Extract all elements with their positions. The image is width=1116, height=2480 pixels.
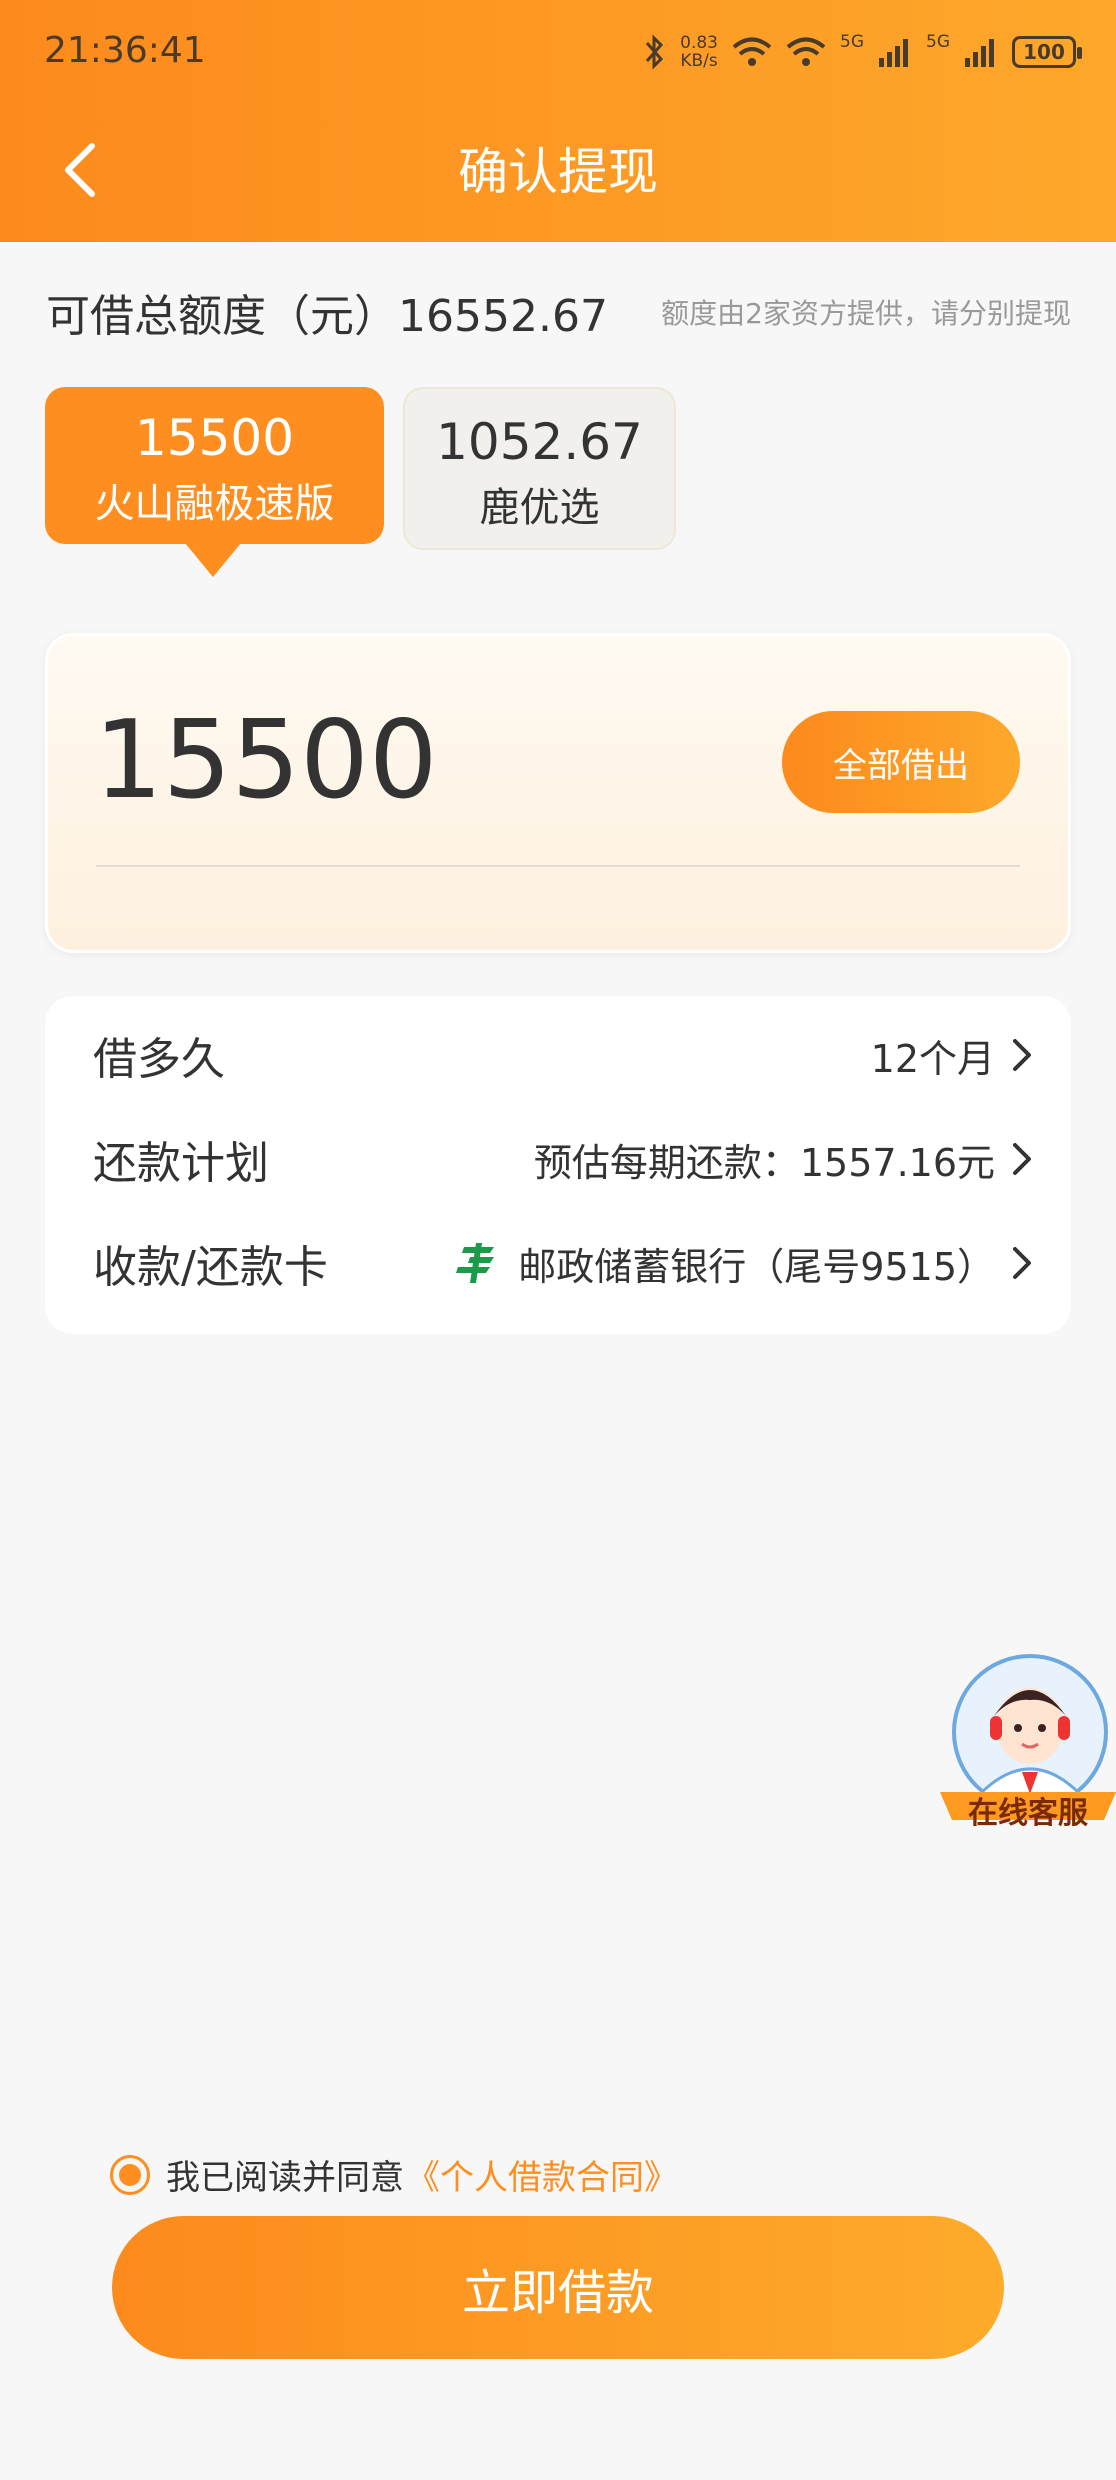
chevron-right-icon [1013, 1039, 1031, 1071]
provider-tab-1[interactable]: 15500 火山融极速版 [45, 387, 384, 544]
provider-name: 火山融极速版 [94, 481, 335, 527]
term-label: 借多久 [93, 1034, 225, 1085]
signal-icon [879, 39, 908, 67]
term-row[interactable]: 借多久 12个月 [93, 1020, 1033, 1090]
bank-card-row[interactable]: 收款/还款卡 邮政储蓄银行（尾号9515） [93, 1228, 1033, 1298]
postal-bank-icon [456, 1243, 495, 1283]
card-label: 收款/还款卡 [93, 1242, 328, 1293]
provider-tab-2[interactable]: 1052.67 鹿优选 [403, 387, 676, 550]
loan-amount-input[interactable]: 15500 [94, 698, 438, 823]
network-speed: 0.83 KB/s [680, 33, 718, 71]
plan-label: 还款计划 [93, 1138, 269, 1189]
signal-icon-2 [965, 39, 994, 67]
agreement-text: 我已阅读并同意 [166, 2158, 404, 2198]
card-value: 邮政储蓄银行（尾号9515） [518, 1244, 995, 1289]
tab-indicator [185, 543, 241, 577]
divider [96, 865, 1020, 867]
online-service-button[interactable]: 在线客服 [940, 1644, 1116, 1834]
provider-amount: 1052.67 [436, 413, 643, 471]
wifi-icon [732, 37, 772, 66]
contract-link[interactable]: 《个人借款合同》 [406, 2150, 678, 2199]
online-service-label: 在线客服 [968, 1796, 1088, 1831]
chevron-right-icon [1013, 1247, 1031, 1279]
agreement-radio[interactable] [110, 2154, 150, 2195]
agreement: 我已阅读并同意 《个人借款合同》 [110, 2150, 678, 2199]
term-value: 12个月 [870, 1036, 995, 1081]
status-bar-icons: 0.83 KB/s 5G 5G 100 [642, 28, 1082, 76]
loan-details-card: 借多久 12个月 还款计划 预估每期还款：1557.16元 收款/还款卡 邮政储… [45, 996, 1071, 1334]
bluetooth-icon [646, 34, 664, 70]
page-title: 确认提现 [458, 143, 658, 201]
plan-value: 预估每期还款：1557.16元 [533, 1140, 995, 1185]
provider-amount: 15500 [134, 409, 295, 467]
battery-icon: 100 [1012, 36, 1082, 68]
header: 21:36:41 0.83 KB/s 5G 5G 100 确认提现 [0, 0, 1116, 242]
total-quota: 可借总额度（元）16552.67 [46, 291, 608, 342]
provider-name: 鹿优选 [479, 485, 600, 531]
wifi-icon-2 [786, 37, 826, 66]
repayment-plan-row[interactable]: 还款计划 预估每期还款：1557.16元 [93, 1124, 1033, 1194]
quota-note: 额度由2家资方提供，请分别提现 [661, 297, 1071, 330]
status-time: 21:36:41 [44, 30, 206, 71]
amount-card: 15500 全部借出 [45, 633, 1071, 953]
sim2-label: 5G [926, 32, 950, 52]
chevron-right-icon [1013, 1143, 1031, 1175]
borrow-all-button[interactable]: 全部借出 [782, 711, 1020, 813]
borrow-now-button[interactable]: 立即借款 [112, 2216, 1004, 2359]
sim1-label: 5G [840, 32, 864, 52]
